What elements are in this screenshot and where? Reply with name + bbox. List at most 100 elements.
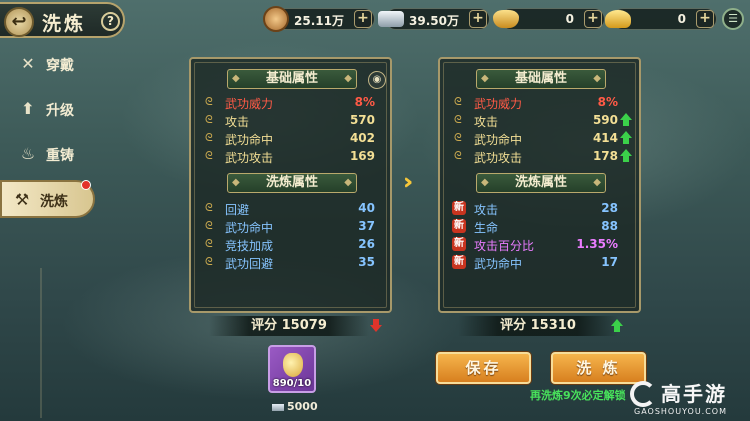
add-gold-button[interactable]: + — [584, 10, 602, 28]
resource-value: 0 — [565, 12, 574, 26]
attribute-row: ᘓ 武功威力 8% — [205, 94, 383, 111]
swirl-bullet-icon: ᘓ — [454, 113, 462, 126]
attribute-name: 武功攻击 — [474, 151, 523, 165]
current-attributes-panel: 基础属性 ◉ ᘓ 武功威力 8% ᘓ 攻击 570 ᘓ 武功命中 402 ᘓ 武… — [189, 57, 392, 313]
sidebar-item-wear[interactable]: ✕ 穿戴 — [8, 46, 88, 82]
section-header: 洗炼属性 — [227, 173, 357, 193]
attribute-row: ᘓ 回避 40 — [205, 200, 383, 217]
eye-icon[interactable]: ◉ — [368, 71, 386, 89]
attribute-name: 武功命中 — [474, 133, 523, 147]
section-header: 基础属性 — [476, 69, 606, 89]
attribute-name: 武功回避 — [225, 257, 274, 271]
attribute-name: 武功命中 — [474, 257, 523, 271]
sidebar-item-upgrade[interactable]: ⬆ 升级 — [8, 91, 88, 127]
score-up-arrow-icon — [611, 319, 623, 332]
back-arrow-icon[interactable]: ↩ — [4, 7, 34, 37]
notification-dot — [81, 180, 91, 190]
sidebar-rail — [40, 268, 42, 418]
section-header: 基础属性 — [227, 69, 357, 89]
attribute-row: 新 武功命中 17 — [452, 254, 632, 271]
swirl-bullet-icon: ᘓ — [205, 201, 213, 214]
watermark-brand: 高手游 — [661, 382, 727, 406]
add-yuanbao-button[interactable]: + — [696, 10, 714, 28]
attribute-value: 17 — [601, 255, 618, 269]
attribute-value: 37 — [358, 219, 375, 233]
sidebar-item-label: 洗炼 — [40, 194, 68, 210]
swirl-bullet-icon: ᘓ — [205, 149, 213, 162]
refine-cost: 5000 — [272, 400, 318, 413]
refine-potion-icon — [283, 353, 303, 377]
attribute-name: 生命 — [474, 221, 499, 235]
copper-coin-icon — [263, 6, 289, 32]
attribute-row: ᘓ 竞技加成 26 — [205, 236, 383, 253]
increase-arrow-icon — [620, 149, 632, 162]
attribute-row: ᘓ 武功威力 8% — [454, 94, 632, 111]
attribute-value: 178 — [592, 149, 618, 163]
attribute-value: 414 — [592, 131, 618, 145]
resource-copper: 25.11万 + — [263, 6, 375, 32]
attribute-name: 回避 — [225, 203, 250, 217]
attribute-value: 590 — [592, 113, 618, 127]
add-copper-button[interactable]: + — [354, 10, 372, 28]
refine-item-slot[interactable]: 890/10 — [268, 345, 316, 393]
silver-ingot-icon — [378, 11, 404, 27]
section-header: 洗炼属性 — [476, 173, 606, 193]
brand-logo-icon — [630, 381, 656, 407]
attribute-value: 26 — [358, 237, 375, 251]
help-button[interactable]: ? — [101, 12, 120, 31]
watermark: 高手游 GAOSHOUYOU.COM — [630, 378, 748, 420]
swirl-bullet-icon: ᘓ — [205, 113, 213, 126]
new-badge: 新 — [452, 201, 466, 215]
swirl-bullet-icon: ᘓ — [205, 95, 213, 108]
item-count: 890/10 — [272, 378, 312, 389]
save-button[interactable]: 保存 — [436, 352, 531, 384]
attribute-value: 402 — [349, 131, 375, 145]
attribute-name: 攻击百分比 — [474, 239, 535, 253]
attribute-row: ᘓ 武功命中 414 — [454, 130, 632, 147]
attribute-value: 1.35% — [576, 237, 618, 251]
sidebar-item-refine[interactable]: ⚒ 洗炼 — [0, 180, 95, 218]
sidebar: ✕ 穿戴 ⬆ 升级 ♨ 重铸 ⚒ 洗炼 — [0, 38, 95, 421]
sidebar-item-label: 重铸 — [46, 148, 74, 164]
new-badge: 新 — [452, 255, 466, 269]
resource-gold-ingot: 0 + — [493, 8, 605, 30]
attribute-row: ᘓ 武功命中 37 — [205, 218, 383, 235]
new-badge: 新 — [452, 219, 466, 233]
resource-value: 25.11万 — [294, 14, 344, 28]
sidebar-item-recast[interactable]: ♨ 重铸 — [8, 136, 88, 172]
flame-icon: ♨ — [20, 144, 36, 163]
resource-value: 39.50万 — [409, 14, 459, 28]
compare-arrow-icon: ›› — [403, 170, 414, 195]
attribute-value: 88 — [601, 219, 618, 233]
attribute-name: 攻击 — [474, 203, 499, 217]
watermark-url: GAOSHOUYOU.COM — [634, 407, 728, 416]
attribute-name: 竞技加成 — [225, 239, 274, 253]
attribute-row: ᘓ 武功回避 35 — [205, 254, 383, 271]
attribute-name: 攻击 — [474, 115, 499, 129]
anvil-icon: ⚒ — [14, 190, 30, 209]
top-bar: ↩ 洗炼 ? 25.11万 + 39.50万 + 0 + 0 + ☰ — [0, 0, 750, 40]
attribute-row: ᘓ 攻击 590 — [454, 112, 632, 129]
attribute-value: 35 — [358, 255, 375, 269]
attribute-row: ᘓ 攻击 570 — [205, 112, 383, 129]
attribute-value: 8% — [597, 95, 618, 109]
title-plate: ↩ 洗炼 ? — [0, 2, 125, 38]
add-silver-button[interactable]: + — [469, 10, 487, 28]
crossed-swords-icon: ✕ — [21, 54, 35, 73]
swirl-bullet-icon: ᘓ — [205, 131, 213, 144]
list-menu-icon[interactable]: ☰ — [722, 8, 744, 30]
attribute-value: 570 — [349, 113, 375, 127]
resource-silver: 39.50万 + — [378, 8, 490, 30]
attribute-name: 攻击 — [225, 115, 250, 129]
increase-arrow-icon — [620, 113, 632, 126]
swirl-bullet-icon: ᘓ — [205, 219, 213, 232]
attribute-row: 新 生命 88 — [452, 218, 632, 235]
attribute-name: 武功命中 — [225, 221, 274, 235]
attribute-row: ᘓ 武功攻击 169 — [205, 148, 383, 165]
upgrade-arrow-icon: ⬆ — [21, 99, 35, 118]
attribute-row: 新 攻击 28 — [452, 200, 632, 217]
cost-value: 5000 — [287, 400, 318, 413]
score-down-arrow-icon — [370, 319, 382, 332]
attribute-name: 武功威力 — [225, 97, 274, 111]
gold-ingot-icon — [493, 10, 519, 28]
